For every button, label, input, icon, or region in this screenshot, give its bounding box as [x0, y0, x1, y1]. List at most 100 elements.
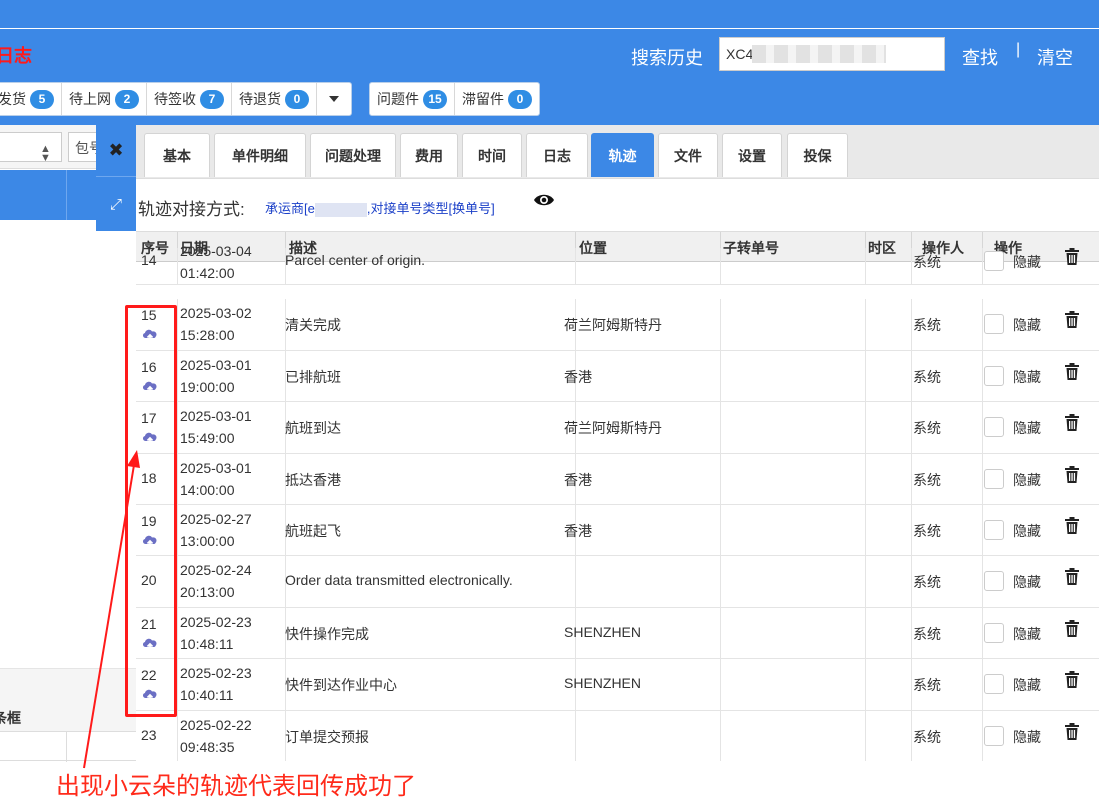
row-number: 15	[141, 307, 157, 324]
hide-checkbox[interactable]	[984, 417, 1004, 438]
annotation-text: 出现小云朵的轨迹代表回传成功了	[56, 773, 416, 800]
carrier-link[interactable]: 承运商[e ,对接单号类型[换单号]	[265, 198, 495, 217]
row-date-day: 2025-02-23	[180, 665, 252, 682]
cell-border	[982, 505, 983, 556]
trash-icon[interactable]	[1064, 414, 1080, 434]
track-mode-label: 轨迹对接方式:	[138, 200, 245, 219]
trash-icon[interactable]	[1064, 311, 1080, 331]
tab-5[interactable]: 时间	[462, 133, 522, 177]
cell-border	[720, 402, 721, 454]
row-description: 航班起飞	[285, 523, 341, 539]
cell-border	[982, 607, 983, 659]
expand-icon[interactable]: ⤢	[96, 177, 136, 231]
row-date: 2025-02-23 10:40:11	[180, 662, 252, 706]
cloud-upload-icon	[141, 379, 159, 394]
table-row: 14 2025-03-04 01:42:00 Parcel center of ori…	[136, 243, 1099, 285]
hide-checkbox[interactable]	[984, 571, 1004, 592]
status-tab[interactable]: 待退货 0	[232, 83, 317, 115]
hide-checkbox[interactable]	[984, 314, 1004, 335]
cell-border	[575, 248, 576, 285]
table-row: 16 2025-03-01 19:00:00 已排航班 香港 系统 隐藏	[136, 350, 1099, 403]
tab-1[interactable]: 基本	[144, 133, 210, 177]
cell-border	[982, 710, 983, 761]
hide-checkbox[interactable]	[984, 725, 1004, 746]
tab-3[interactable]: 问题处理	[310, 133, 396, 177]
cell-border	[177, 607, 178, 659]
row-date-time: 20:13:00	[180, 584, 235, 601]
trash-icon[interactable]	[1064, 517, 1080, 537]
hide-label: 隐藏	[1013, 574, 1041, 591]
tab-4[interactable]: 费用	[400, 133, 458, 177]
cell-border	[865, 453, 866, 505]
hide-label: 隐藏	[1013, 677, 1041, 694]
cell-border	[177, 402, 178, 454]
trash-icon[interactable]	[1064, 619, 1080, 640]
trash-icon[interactable]	[1064, 671, 1080, 691]
hide-checkbox[interactable]	[984, 365, 1004, 386]
row-date-day: 2025-02-22	[180, 716, 252, 733]
table-row: 20 2025-02-24 20:13:00 Order data transmitt…	[136, 556, 1099, 608]
problem-tab[interactable]: 问题件 15	[370, 83, 455, 115]
track-mode-row: 轨迹对接方式: 承运商[e ,对接单号类型[换单号]	[136, 190, 1099, 220]
header-bar: 日志 搜索历史 查找 | 清空	[0, 29, 1099, 79]
row-operator: 系统	[913, 625, 941, 642]
row-operator: 系统	[913, 471, 941, 488]
trash-icon[interactable]	[1064, 722, 1080, 743]
row-date-day: 2025-03-01	[180, 459, 252, 476]
row-date-day: 2025-03-01	[180, 408, 252, 425]
row-operator: 系统	[913, 254, 941, 270]
redacted-mask	[314, 202, 367, 217]
row-location: SHENZHEN	[564, 675, 642, 692]
row-number: 19	[141, 513, 157, 529]
row-description: 订单提交预报	[285, 728, 369, 745]
sort-select[interactable]: ▲ ▼	[0, 132, 62, 164]
row-operator: 系统	[913, 677, 941, 694]
row-date-time: 15:49:00	[180, 430, 235, 447]
status-tab[interactable]: 待上网 2	[62, 83, 147, 115]
hide-checkbox[interactable]	[984, 520, 1004, 540]
tab-6[interactable]: 日志	[526, 133, 588, 177]
row-date: 2025-03-02 15:28:00	[180, 302, 252, 346]
cell-border	[720, 659, 721, 711]
row-date: 2025-03-01 15:49:00	[180, 405, 252, 449]
row-number: 21	[141, 615, 157, 632]
row-date-time: 10:48:11	[180, 635, 234, 652]
hide-checkbox[interactable]	[984, 674, 1004, 695]
eye-icon[interactable]	[533, 191, 555, 212]
cell-border	[982, 402, 983, 454]
hide-checkbox[interactable]	[984, 468, 1004, 489]
count-badge: 7	[200, 89, 224, 109]
row-date-time: 19:00:00	[180, 378, 235, 395]
tab-7[interactable]: 轨迹	[591, 133, 654, 177]
find-button[interactable]: 查找	[962, 44, 998, 70]
tab-8[interactable]: 文件	[658, 133, 718, 177]
problem-tab[interactable]: 滞留件 0	[455, 83, 539, 115]
cell-border	[177, 299, 178, 351]
clear-button[interactable]: 清空	[1037, 44, 1073, 70]
hide-label: 隐藏	[1013, 254, 1041, 270]
cell-border	[720, 299, 721, 351]
cell-border	[911, 350, 912, 402]
hide-checkbox[interactable]	[984, 622, 1004, 643]
top-bar	[0, 0, 1099, 28]
tab-9[interactable]: 设置	[722, 133, 782, 177]
carrier-suffix: ,对接单号类型[换单号]	[366, 201, 495, 216]
tab-10[interactable]: 投保	[787, 133, 848, 177]
row-operator: 系统	[913, 368, 941, 385]
table-row: 23 2025-02-22 09:48:35 订单提交预报 系统 隐藏	[136, 710, 1099, 761]
tab-2[interactable]: 单件明细	[214, 133, 306, 177]
hide-checkbox[interactable]	[984, 251, 1004, 271]
row-date-day: 2025-02-24	[180, 562, 252, 579]
cloud-upload-icon	[141, 327, 159, 342]
close-icon[interactable]: ✖	[96, 125, 136, 177]
more-dropdown-button[interactable]	[317, 83, 351, 115]
row-operator: 系统	[913, 574, 941, 591]
trash-icon[interactable]	[1064, 362, 1080, 383]
status-tab[interactable]: 待签收 7	[147, 83, 232, 115]
cell-border	[865, 248, 866, 285]
trash-icon[interactable]	[1064, 248, 1080, 268]
status-tab[interactable]: 发货 5	[0, 83, 62, 115]
trash-icon[interactable]	[1064, 465, 1080, 486]
row-date-time: 13:00:00	[180, 533, 235, 549]
trash-icon[interactable]	[1064, 568, 1080, 588]
